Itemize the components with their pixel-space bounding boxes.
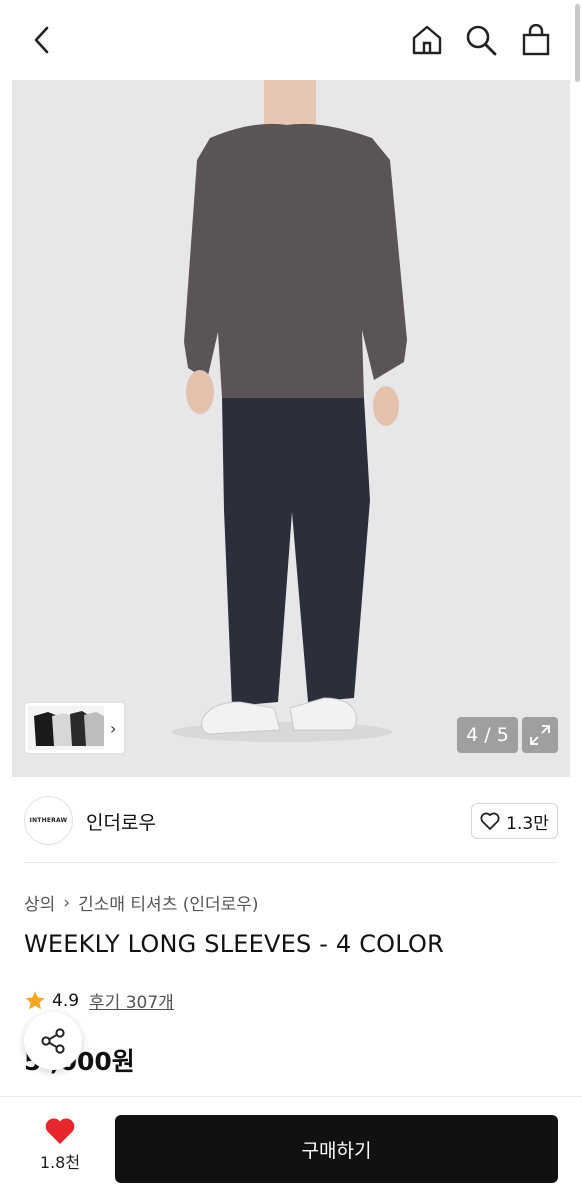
chevron-right-icon: › <box>63 892 71 913</box>
back-icon[interactable] <box>22 20 62 60</box>
cart-icon[interactable] <box>516 20 556 60</box>
home-icon[interactable] <box>407 20 447 60</box>
brand-row: INTHERAW 인더로우 1.3만 <box>24 796 558 846</box>
scrollbar[interactable] <box>575 4 580 82</box>
heart-outline-icon <box>480 812 500 830</box>
rating-score: 4.9 <box>52 990 80 1011</box>
expand-icon[interactable] <box>522 717 558 753</box>
bottom-action-bar: 1.8천 구매하기 <box>0 1096 582 1200</box>
color-thumbnails <box>28 706 104 750</box>
top-navigation-bar <box>0 0 582 82</box>
search-icon[interactable] <box>461 20 501 60</box>
heart-filled-icon <box>45 1118 75 1144</box>
brand-like-button[interactable]: 1.3만 <box>471 803 558 839</box>
brand-like-count: 1.3만 <box>506 813 549 834</box>
product-title: WEEKLY LONG SLEEVES - 4 COLOR <box>24 930 444 958</box>
breadcrumb: 상의 › 긴소매 티셔츠 (인더로우) <box>24 890 259 916</box>
buy-button[interactable]: 구매하기 <box>115 1115 558 1183</box>
brand-name[interactable]: 인더로우 <box>86 808 156 835</box>
product-image-gallery[interactable]: › 4 / 5 <box>12 80 570 777</box>
review-count-link[interactable]: 후기 307개 <box>89 988 174 1013</box>
breadcrumb-category[interactable]: 상의 <box>24 890 55 915</box>
chevron-right-icon: › <box>110 718 117 738</box>
brand-logo[interactable]: INTHERAW <box>24 796 73 845</box>
wishlist-button[interactable]: 1.8천 <box>30 1117 90 1179</box>
product-photo <box>12 80 570 777</box>
rating-row: 4.9 후기 307개 <box>24 988 174 1013</box>
share-icon <box>41 1028 65 1054</box>
divider <box>24 862 558 863</box>
thumbnail-strip-button[interactable]: › <box>24 702 125 754</box>
wishlist-count: 1.8천 <box>39 1153 81 1172</box>
breadcrumb-subcategory[interactable]: 긴소매 티셔츠 (인더로우) <box>78 890 258 915</box>
share-button[interactable] <box>24 1012 82 1070</box>
image-counter: 4 / 5 <box>457 717 518 753</box>
star-icon <box>25 990 45 1009</box>
